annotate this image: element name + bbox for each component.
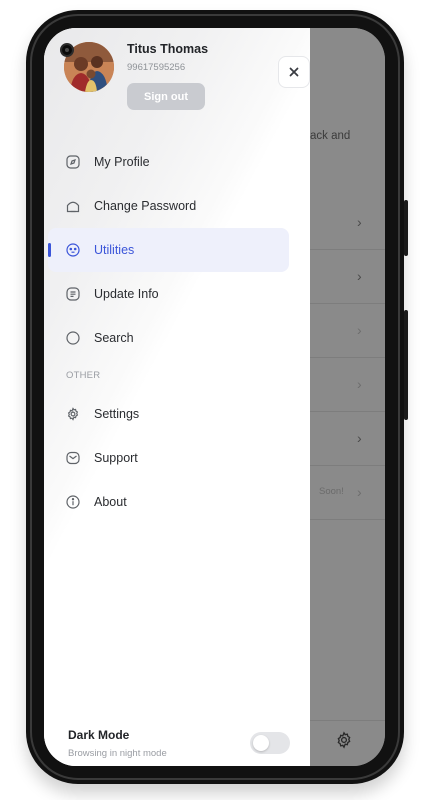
background-row[interactable]: › [310,196,385,250]
background-row[interactable]: › [310,250,385,304]
sign-out-button[interactable]: Sign out [127,83,205,110]
toggle-knob [253,735,269,751]
document-icon [66,287,80,301]
menu-item-label: Support [94,451,138,465]
chevron-right-icon: › [357,376,362,392]
active-indicator [48,243,51,257]
mail-icon [66,451,80,465]
compass-icon [66,155,80,169]
active-highlight [48,228,289,272]
background-text: ack and [310,130,351,142]
menu-item-label: About [94,495,127,509]
menu-item-label: My Profile [94,155,150,169]
dark-mode-title: Dark Mode [68,728,130,742]
background-row[interactable]: › [310,304,385,358]
close-icon [289,67,299,77]
background-row[interactable]: › [310,358,385,412]
dark-mode-row: Dark Mode Browsing in night mode [44,720,310,766]
phone-screen: ack and › › › › › Soon! › Titus Thomas 9… [44,28,385,766]
menu-item-label: Settings [94,407,140,421]
navigation-drawer: Titus Thomas 99617595256 Sign out My Pro… [44,28,310,766]
close-button[interactable] [278,56,310,88]
user-phone: 99617595256 [127,62,186,73]
menu-item-search[interactable]: Search [44,316,310,360]
power-button [404,310,408,420]
drawer-menu: My Profile Change Password Utilities Upd… [44,140,310,524]
menu-item-update-info[interactable]: Update Info [44,272,310,316]
menu-item-support[interactable]: Support [44,436,310,480]
menu-item-change-password[interactable]: Change Password [44,184,310,228]
circle-icon [66,331,80,345]
chevron-right-icon: › [357,268,362,284]
chevron-right-icon: › [357,322,362,338]
front-camera [60,43,74,57]
background-footer [310,720,385,766]
menu-item-about[interactable]: About [44,480,310,524]
profile-header: Titus Thomas 99617595256 Sign out [64,42,310,122]
utilities-icon [66,243,80,257]
menu-item-label: Change Password [94,199,197,213]
menu-item-utilities[interactable]: Utilities [44,228,310,272]
dark-mode-toggle[interactable] [250,732,290,754]
chevron-right-icon: › [357,214,362,230]
menu-item-label: Utilities [94,243,135,257]
menu-item-my-profile[interactable]: My Profile [44,140,310,184]
gear-icon[interactable] [335,731,353,754]
menu-item-label: Update Info [94,287,159,301]
background-row[interactable]: Soon! › [310,466,385,520]
user-name: Titus Thomas [127,42,209,56]
gear-icon [66,407,80,421]
menu-item-settings[interactable]: Settings [44,392,310,436]
chevron-right-icon: › [357,430,362,446]
dark-mode-subtitle: Browsing in night mode [68,748,167,759]
home-icon [66,199,80,213]
section-label-other: OTHER [66,370,101,381]
volume-button [404,200,408,256]
background-row-label: Soon! [319,486,344,497]
chevron-right-icon: › [357,484,362,500]
menu-item-label: Search [94,331,134,345]
background-row[interactable]: › [310,412,385,466]
info-icon [66,495,80,509]
